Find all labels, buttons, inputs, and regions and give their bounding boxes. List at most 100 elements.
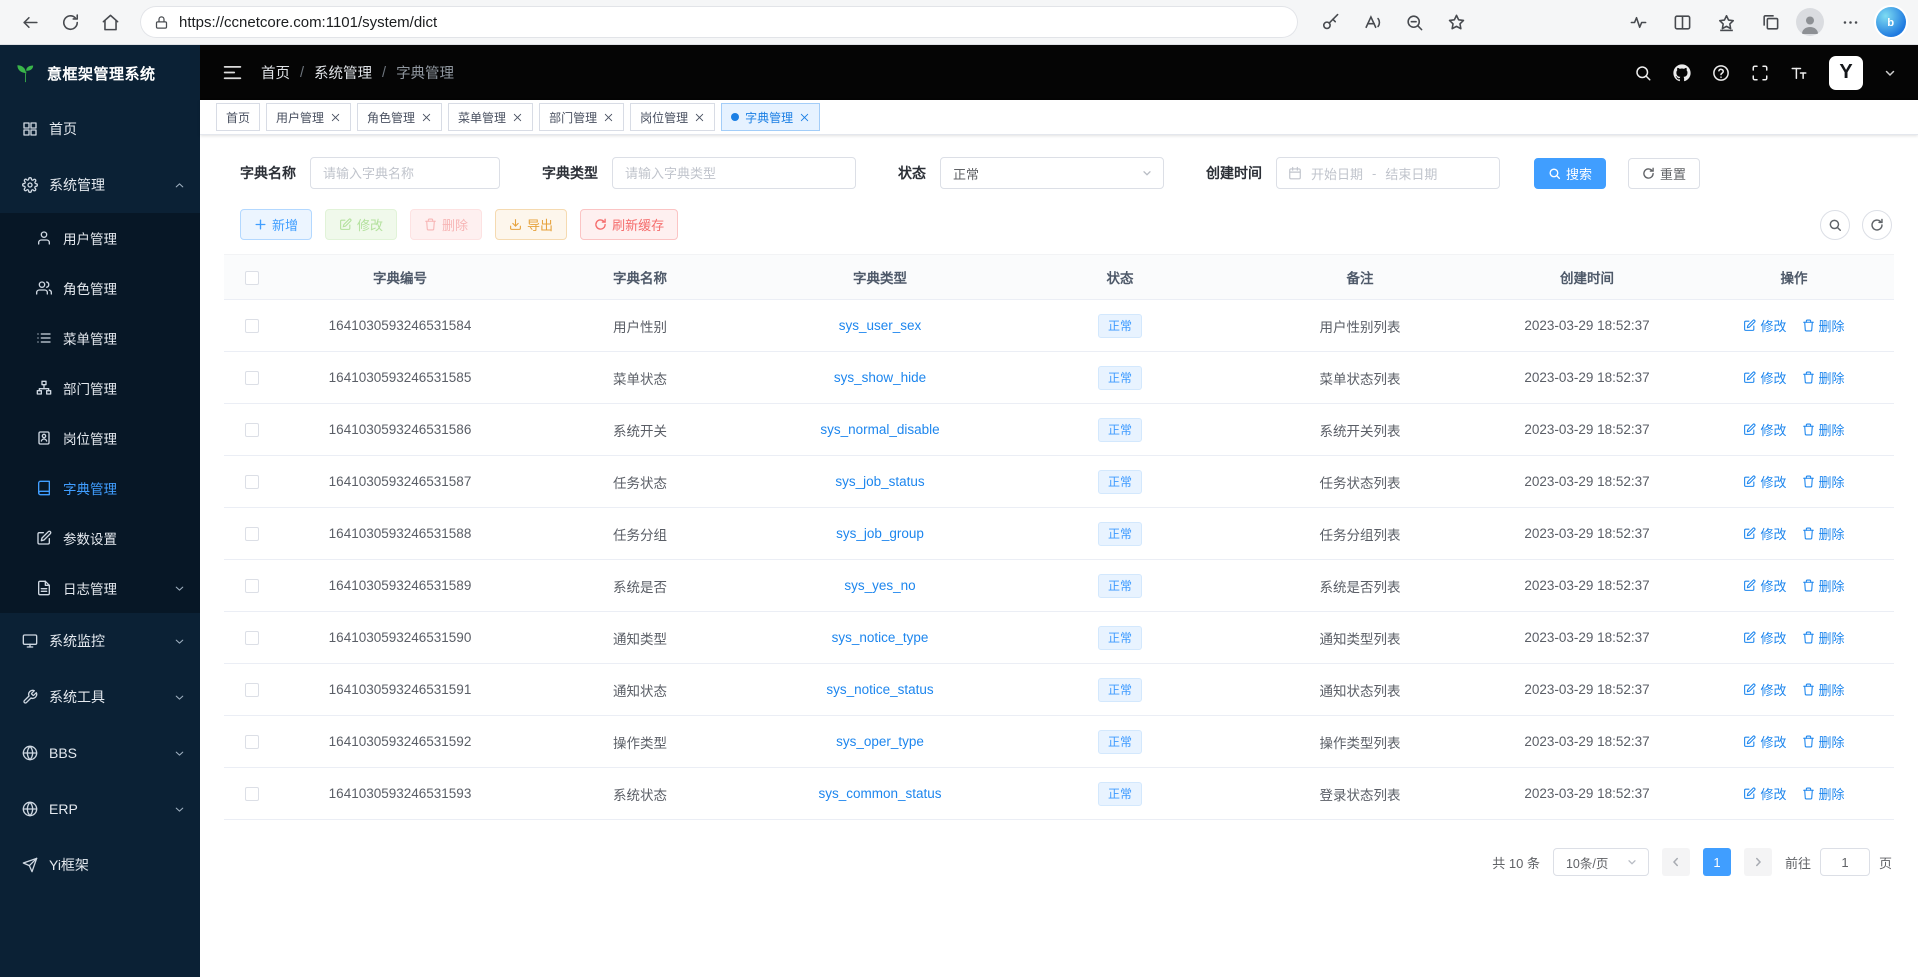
toggle-search-button[interactable] <box>1820 210 1850 240</box>
user-menu-caret-icon[interactable] <box>1884 67 1896 79</box>
delete-row-link[interactable]: 删除 <box>1802 472 1845 491</box>
dict-type-link[interactable]: sys_common_status <box>818 786 941 801</box>
edit-button[interactable]: 修改 <box>325 209 397 240</box>
row-checkbox[interactable] <box>245 423 259 437</box>
row-checkbox[interactable] <box>245 579 259 593</box>
dict-type-input[interactable] <box>612 157 856 189</box>
row-checkbox[interactable] <box>245 475 259 489</box>
dict-type-link[interactable]: sys_user_sex <box>839 318 922 333</box>
address-bar[interactable]: https://ccnetcore.com:1101/system/dict <box>140 6 1298 38</box>
refresh-table-button[interactable] <box>1862 210 1892 240</box>
edit-row-link[interactable]: 修改 <box>1743 420 1786 439</box>
collections-icon[interactable] <box>1752 5 1788 39</box>
delete-row-link[interactable]: 删除 <box>1802 420 1845 439</box>
row-checkbox[interactable] <box>245 527 259 541</box>
edit-row-link[interactable]: 修改 <box>1743 368 1786 387</box>
edit-row-link[interactable]: 修改 <box>1743 576 1786 595</box>
row-checkbox[interactable] <box>245 683 259 697</box>
close-tab-icon[interactable] <box>603 112 614 123</box>
sidebar-item-system-tools[interactable]: 系统工具 <box>0 669 200 725</box>
sidebar-item-yi-framework[interactable]: Yi框架 <box>0 837 200 893</box>
help-icon[interactable] <box>1712 64 1730 82</box>
row-checkbox[interactable] <box>245 787 259 801</box>
status-select[interactable]: 正常 <box>940 157 1164 189</box>
breadcrumb-home[interactable]: 首页 <box>261 62 290 83</box>
profile-avatar[interactable] <box>1796 8 1824 36</box>
font-size-icon[interactable] <box>1790 64 1808 82</box>
tab-menu-mgmt[interactable]: 菜单管理 <box>448 103 533 131</box>
sidebar-item-role-mgmt[interactable]: 角色管理 <box>0 263 200 313</box>
sidebar-toggle-button[interactable] <box>222 62 243 83</box>
bing-icon[interactable]: b <box>1876 7 1906 37</box>
sidebar-item-user-mgmt[interactable]: 用户管理 <box>0 213 200 263</box>
close-tab-icon[interactable] <box>512 112 523 123</box>
date-range-picker[interactable]: 开始日期 - 结束日期 <box>1276 157 1500 189</box>
url-text[interactable]: https://ccnetcore.com:1101/system/dict <box>179 14 1284 31</box>
dict-type-link[interactable]: sys_show_hide <box>834 370 926 385</box>
favorites-icon[interactable] <box>1708 5 1744 39</box>
read-aloud-icon[interactable] <box>1354 5 1390 39</box>
sidebar-item-log-mgmt[interactable]: 日志管理 <box>0 563 200 613</box>
sidebar-item-dict-mgmt[interactable]: 字典管理 <box>0 463 200 513</box>
dict-type-link[interactable]: sys_job_status <box>835 474 924 489</box>
edit-row-link[interactable]: 修改 <box>1743 524 1786 543</box>
edit-row-link[interactable]: 修改 <box>1743 784 1786 803</box>
favorite-star-icon[interactable] <box>1438 5 1474 39</box>
dict-type-link[interactable]: sys_job_group <box>836 526 924 541</box>
browser-essentials-icon[interactable] <box>1620 5 1656 39</box>
sidebar-item-home[interactable]: 首页 <box>0 101 200 157</box>
github-icon[interactable] <box>1673 64 1691 82</box>
back-button[interactable] <box>12 5 48 39</box>
dict-type-link[interactable]: sys_notice_status <box>826 682 933 697</box>
split-screen-icon[interactable] <box>1664 5 1700 39</box>
tab-dept-mgmt[interactable]: 部门管理 <box>539 103 624 131</box>
delete-row-link[interactable]: 删除 <box>1802 368 1845 387</box>
delete-row-link[interactable]: 删除 <box>1802 628 1845 647</box>
breadcrumb-system-mgmt[interactable]: 系统管理 <box>314 62 372 83</box>
sidebar-item-param-settings[interactable]: 参数设置 <box>0 513 200 563</box>
search-button[interactable]: 搜索 <box>1534 158 1606 189</box>
dict-type-link[interactable]: sys_notice_type <box>832 630 929 645</box>
refresh-cache-button[interactable]: 刷新缓存 <box>580 209 678 240</box>
delete-row-link[interactable]: 删除 <box>1802 784 1845 803</box>
sidebar-item-dept-mgmt[interactable]: 部门管理 <box>0 363 200 413</box>
header-search-icon[interactable] <box>1634 64 1652 82</box>
refresh-button[interactable] <box>52 5 88 39</box>
edit-row-link[interactable]: 修改 <box>1743 680 1786 699</box>
more-menu-icon[interactable] <box>1832 5 1868 39</box>
edit-row-link[interactable]: 修改 <box>1743 316 1786 335</box>
goto-page-input[interactable] <box>1820 848 1870 876</box>
close-tab-icon[interactable] <box>330 112 341 123</box>
dict-type-link[interactable]: sys_yes_no <box>844 578 915 593</box>
row-checkbox[interactable] <box>245 631 259 645</box>
next-page-button[interactable] <box>1744 848 1772 876</box>
sidebar-item-erp[interactable]: ERP <box>0 781 200 837</box>
user-avatar[interactable]: Y <box>1829 56 1863 90</box>
delete-row-link[interactable]: 删除 <box>1802 680 1845 699</box>
key-icon[interactable] <box>1312 5 1348 39</box>
reset-button[interactable]: 重置 <box>1628 158 1700 189</box>
tab-home[interactable]: 首页 <box>216 103 260 131</box>
delete-row-link[interactable]: 删除 <box>1802 524 1845 543</box>
delete-button[interactable]: 删除 <box>410 209 482 240</box>
row-checkbox[interactable] <box>245 319 259 333</box>
edit-row-link[interactable]: 修改 <box>1743 472 1786 491</box>
dict-type-link[interactable]: sys_normal_disable <box>820 422 939 437</box>
select-all-checkbox[interactable] <box>245 271 259 285</box>
dict-type-link[interactable]: sys_oper_type <box>836 734 924 749</box>
sidebar-item-bbs[interactable]: BBS <box>0 725 200 781</box>
close-tab-icon[interactable] <box>421 112 432 123</box>
tab-post-mgmt[interactable]: 岗位管理 <box>630 103 715 131</box>
sidebar-item-system-monitor[interactable]: 系统监控 <box>0 613 200 669</box>
delete-row-link[interactable]: 删除 <box>1802 316 1845 335</box>
export-button[interactable]: 导出 <box>495 209 567 240</box>
add-button[interactable]: 新增 <box>240 209 312 240</box>
edit-row-link[interactable]: 修改 <box>1743 628 1786 647</box>
fullscreen-icon[interactable] <box>1751 64 1769 82</box>
close-tab-icon[interactable] <box>694 112 705 123</box>
sidebar-item-system-mgmt[interactable]: 系统管理 <box>0 157 200 213</box>
zoom-out-icon[interactable] <box>1396 5 1432 39</box>
row-checkbox[interactable] <box>245 735 259 749</box>
home-button[interactable] <box>92 5 128 39</box>
tab-role-mgmt[interactable]: 角色管理 <box>357 103 442 131</box>
